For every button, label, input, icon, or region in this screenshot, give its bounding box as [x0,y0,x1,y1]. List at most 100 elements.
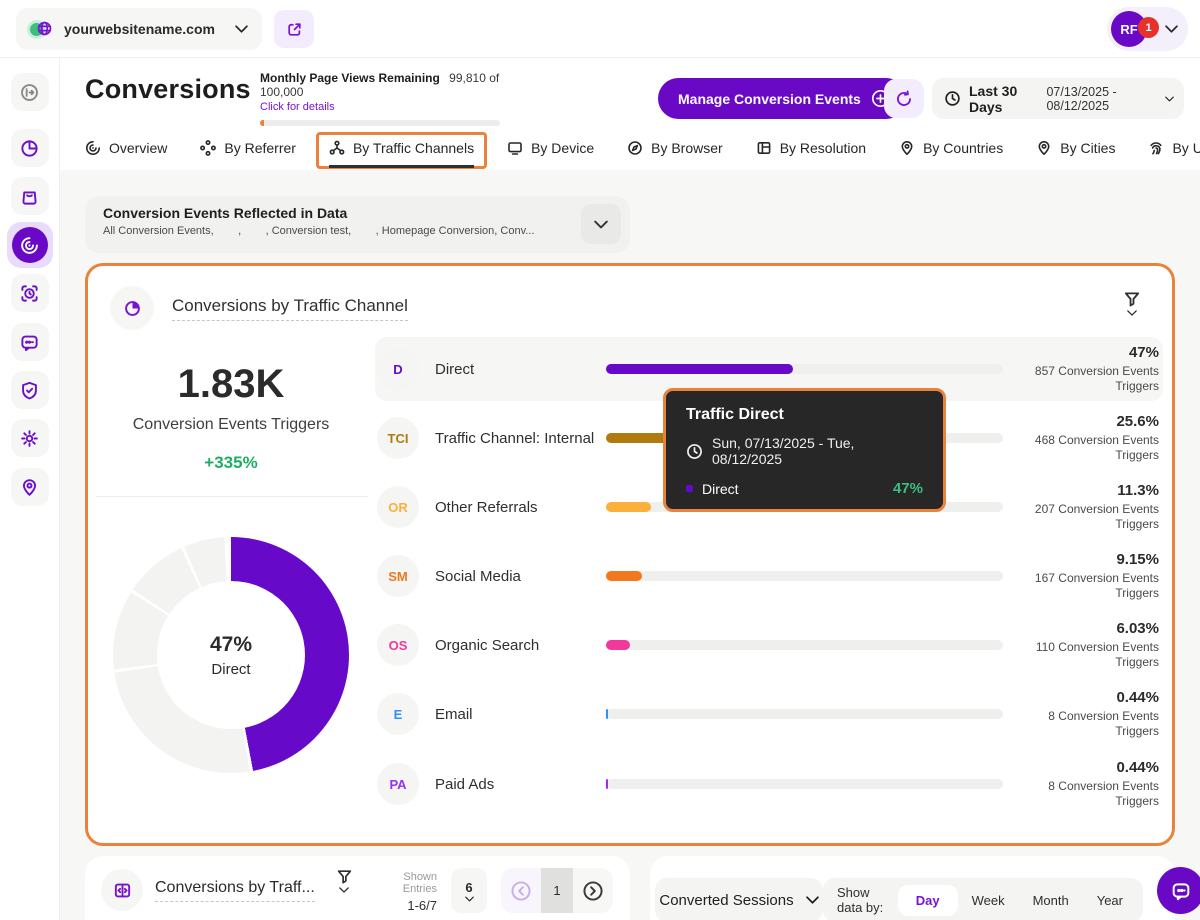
report-tabs: Overview By Referrer By Traffic Channels… [85,131,1200,165]
date-range-picker[interactable]: Last 30 Days 07/13/2025 - 08/12/2025 [932,78,1184,119]
events-filter-expand-button[interactable] [581,204,621,244]
page-size-selector[interactable]: 6 [451,868,487,913]
sidebar-item-recordings[interactable] [11,274,49,312]
divider [96,496,368,497]
pie-chart-icon [20,139,39,158]
channel-row-paid-ads[interactable]: PA Paid Ads 0.44% 8 Conversion Events Tr… [375,752,1163,816]
app-root: yourwebsitename.com RF 1 [0,0,1200,920]
channel-label: Email [435,706,473,723]
funnel-icon [336,868,353,885]
tab-by-browser[interactable]: By Browser [627,140,723,156]
tooltip-date-range: Sun, 07/13/2025 - Tue, 08/12/2025 [712,435,923,467]
tooltip-series-name: Direct [702,481,739,497]
website-globe-icon [30,18,54,40]
total-value: 1.83K [88,362,374,407]
channel-values: 11.3% 207 Conversion Events Triggers [1035,482,1159,532]
donut-center: 47% Direct [157,581,305,729]
donut-chart-icon [123,299,142,318]
chevron-down-icon [1165,96,1174,102]
table-filter-button[interactable] [328,868,360,912]
donut-chart[interactable]: 47% Direct [113,537,349,773]
tab-by-cities[interactable]: By Cities [1036,140,1115,156]
chevron-down-icon [235,25,248,33]
notification-badge: 1 [1138,17,1159,38]
channel-avatar: D [377,348,419,390]
table-columns-icon [113,881,132,900]
refresh-button[interactable] [884,79,924,118]
tab-overview[interactable]: Overview [85,140,167,156]
channel-row-social-media[interactable]: SM Social Media 9.15% 167 Conversion Eve… [375,544,1163,608]
date-range-value: 07/13/2025 - 08/12/2025 [1046,85,1157,113]
channel-label: Direct [435,361,474,378]
period-day[interactable]: Day [898,885,958,916]
gear-icon [20,429,39,448]
pagination: 1 [501,868,613,913]
monitor-icon [507,140,523,156]
tab-by-referrer[interactable]: By Referrer [200,140,296,156]
next-page-button[interactable] [573,868,613,913]
metric-dropdown[interactable]: Converted Sessions [655,878,823,920]
channel-values: 9.15% 167 Conversion Events Triggers [1035,551,1159,601]
summary-stats: 1.83K Conversion Events Triggers +335% [88,362,374,473]
period-week[interactable]: Week [958,885,1019,916]
sidebar-item-locations[interactable] [11,468,49,506]
bar-fill [606,364,793,374]
conversions-radar-icon [20,236,39,255]
website-selector[interactable]: yourwebsitename.com [16,8,262,50]
session-record-icon [20,284,39,303]
topbar: yourwebsitename.com RF 1 [0,0,1200,58]
sidebar-item-feedback[interactable] [11,323,49,361]
sidebar-item-ecommerce[interactable] [11,177,49,215]
sidebar-item-dashboard[interactable] [11,129,49,167]
quota-label: Monthly Page Views Remaining [260,71,440,85]
chevron-down-icon [1165,25,1178,33]
chat-bubble-icon [20,333,39,352]
period-month[interactable]: Month [1019,885,1083,916]
chevron-down-icon [339,887,349,893]
tab-by-utm-campaign[interactable]: By UTM Campaign [1148,140,1200,156]
support-chat-button[interactable] [1157,867,1200,914]
channel-avatar: SM [377,555,419,597]
channel-row-organic-search[interactable]: OS Organic Search 6.03% 110 Conversion E… [375,613,1163,677]
tab-by-resolution[interactable]: By Resolution [756,140,866,156]
conversions-by-traffic-channel-card: Conversions by Traffic Channel 1.83K Con… [85,263,1175,846]
sidebar-collapse-button[interactable] [11,73,49,111]
open-website-button[interactable] [274,10,314,48]
page-title: Conversions [85,74,251,105]
clock-icon [944,90,961,107]
sidebar-item-conversions[interactable] [7,222,53,268]
current-page: 1 [541,868,573,913]
overview-icon [85,140,101,156]
bar-track [606,640,1003,650]
channel-values: 0.44% 8 Conversion Events Triggers [1048,689,1159,739]
tab-by-countries[interactable]: By Countries [899,140,1003,156]
tooltip-title: Traffic Direct [686,406,923,424]
manage-conversion-events-button[interactable]: Manage Conversion Events [658,78,906,119]
card-filter-button[interactable] [1114,290,1150,334]
conversions-table-card: Conversions by Traff... Shown Entries 1-… [85,856,630,920]
shopping-bag-icon [20,187,39,206]
previous-page-button[interactable] [501,868,541,913]
quota-details-link[interactable]: Click for details [260,101,520,113]
series-swatch [686,485,693,492]
bar-fill [606,640,630,650]
collapse-icon [20,83,39,102]
sidebar-item-settings[interactable] [11,419,49,457]
donut-center-label: Direct [211,661,250,678]
clock-icon [686,443,703,460]
bar-track [606,364,1003,374]
channel-row-email[interactable]: E Email 0.44% 8 Conversion Events Trigge… [375,682,1163,746]
period-year[interactable]: Year [1083,885,1137,916]
map-pin-icon [1036,140,1052,156]
donut-center-percent: 47% [210,633,252,657]
channel-label: Traffic Channel: Internal [435,430,594,447]
fingerprint-icon [1148,140,1164,156]
account-menu[interactable]: RF 1 [1107,7,1188,51]
tab-by-device[interactable]: By Device [507,140,594,156]
table-title: Conversions by Traff... [155,879,315,902]
tab-by-traffic-channels[interactable]: By Traffic Channels [329,140,474,156]
events-filter-subtitle: All Conversion Events, , , Conversion te… [103,225,612,237]
website-name: yourwebsitename.com [64,21,215,37]
sidebar-item-privacy[interactable] [11,371,49,409]
bar-track [606,779,1003,789]
